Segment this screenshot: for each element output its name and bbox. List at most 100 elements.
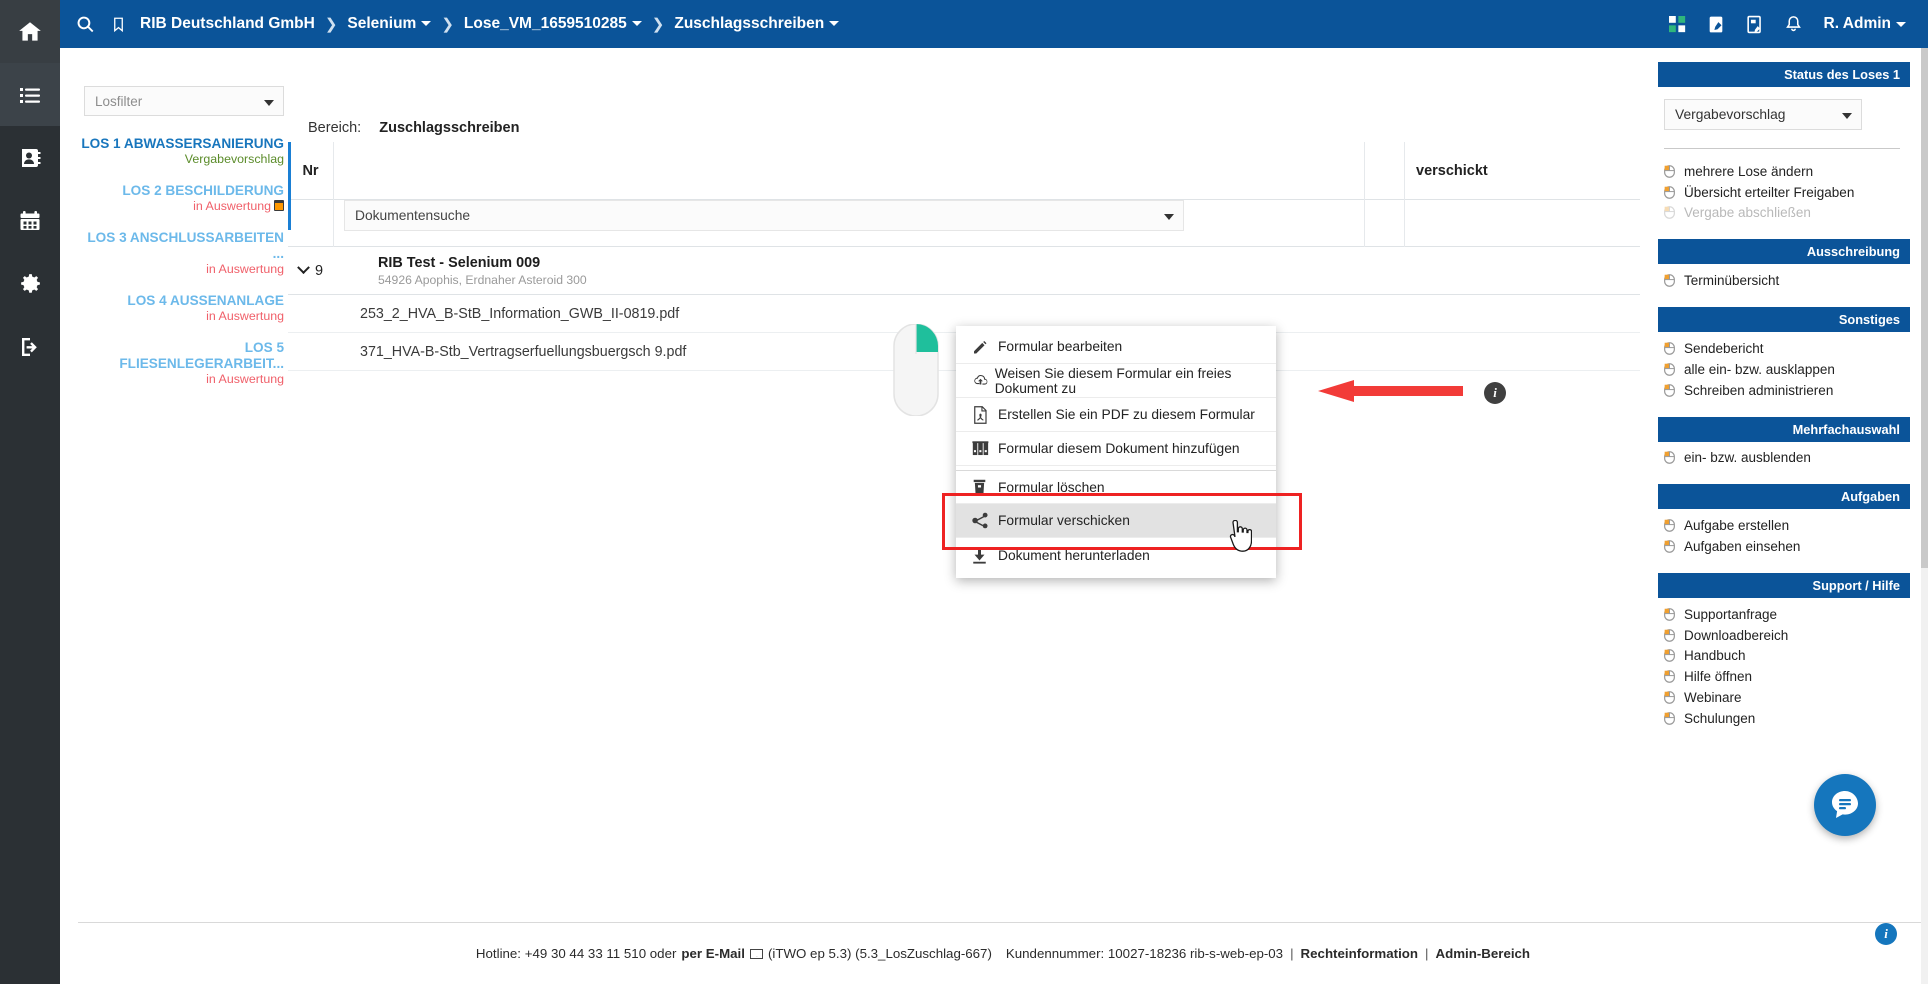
action-label: Übersicht erteilter Freigaben <box>1684 184 1855 200</box>
topbar-actions: R. Admin <box>1668 15 1928 34</box>
action-uebersicht-freigaben[interactable]: Übersicht erteilter Freigaben <box>1658 182 1910 203</box>
footer-admin-link[interactable]: Admin-Bereich <box>1435 946 1530 961</box>
top-navigation-bar: RIB Deutschland GmbH ❯ Selenium ❯ Lose_V… <box>60 0 1928 48</box>
notifications-button[interactable] <box>1785 15 1802 34</box>
home-icon <box>19 21 41 41</box>
action-ein-ausblenden[interactable]: ein- bzw. ausblenden <box>1658 448 1910 469</box>
note-edit-button[interactable] <box>1746 15 1763 34</box>
search-button[interactable] <box>76 15 95 34</box>
menu-item-freies-dokument-zuweisen[interactable]: Weisen Sie diesem Formular ein freies Do… <box>956 364 1276 398</box>
menu-item-label: Erstellen Sie ein PDF zu diesem Formular <box>998 407 1255 422</box>
rail-item-logout[interactable] <box>0 315 60 378</box>
breadcrumb-item-2[interactable]: Lose_VM_1659510285 <box>464 15 642 33</box>
mouse-click-icon <box>1664 206 1684 220</box>
rail-item-calendar[interactable] <box>0 189 60 252</box>
action-schreiben-administrieren[interactable]: Schreiben administrieren <box>1658 380 1910 401</box>
footer-hotline: Hotline: +49 30 44 33 11 510 oder <box>475 946 677 961</box>
lot-name: LOS 2 BESCHILDERUNG <box>122 183 284 198</box>
page-info-button[interactable]: i <box>1875 923 1897 945</box>
action-label: Schreiben administrieren <box>1684 382 1834 398</box>
active-row-accent <box>288 142 291 230</box>
lot-name: LOS 5 FLIESENLEGERARBEIT... <box>119 340 284 371</box>
rail-item-list[interactable] <box>0 63 60 126</box>
breadcrumb-item-1[interactable]: Selenium <box>347 15 432 33</box>
scrollbar-thumb[interactable] <box>1921 48 1928 568</box>
breadcrumb-item-2-label: Lose_VM_1659510285 <box>463 15 627 32</box>
action-sendebericht[interactable]: Sendebericht <box>1658 338 1910 359</box>
document-search-select[interactable]: Dokumentensuche <box>344 199 1184 231</box>
mouse-click-icon <box>1664 691 1684 704</box>
column-header-sent: verschickt <box>1416 162 1488 179</box>
row-info-badge[interactable]: i <box>1484 382 1506 404</box>
lot-item-4[interactable]: LOS 4 AUSSENANLAGE in Auswertung <box>78 293 288 324</box>
footer-customer: Kundennummer: 10027-18236 rib-s-web-ep-0… <box>1005 946 1284 961</box>
action-vergabe-abschliessen: Vergabe abschließen <box>1658 203 1910 224</box>
lot-item-2[interactable]: LOS 2 BESCHILDERUNG in Auswertung <box>78 183 288 214</box>
file-name: 253_2_HVA_B-StB_Information_GWB_II-0819.… <box>360 305 680 322</box>
action-aufgabe-erstellen[interactable]: Aufgabe erstellen <box>1658 515 1910 536</box>
action-aufgaben-einsehen[interactable]: Aufgaben einsehen <box>1658 536 1910 557</box>
action-downloadbereich[interactable]: Downloadbereich <box>1658 625 1910 646</box>
lot-item-5[interactable]: LOS 5 FLIESENLEGERARBEIT... in Auswertun… <box>78 340 288 387</box>
user-menu[interactable]: R. Admin <box>1824 15 1906 33</box>
application-window: RIB Deutschland GmbH ❯ Selenium ❯ Lose_V… <box>0 0 1928 984</box>
action-mehrere-lose-aendern[interactable]: mehrere Lose ändern <box>1658 161 1910 182</box>
action-schulungen[interactable]: Schulungen <box>1658 708 1910 729</box>
menu-item-formular-bearbeiten[interactable]: Formular bearbeiten <box>956 330 1276 364</box>
panel-header-status: Status des Loses 1 <box>1658 62 1910 87</box>
mouse-click-icon <box>1664 540 1684 553</box>
action-terminuebersicht[interactable]: Terminübersicht <box>1658 270 1910 291</box>
lot-item-1[interactable]: LOS 1 ABWASSERSANIERUNG Vergabevorschlag <box>78 136 288 167</box>
menu-item-formular-hinzufuegen[interactable]: Formular diesem Dokument hinzufügen <box>956 432 1276 466</box>
lot-name: LOS 4 AUSSENANLAGE <box>127 293 284 308</box>
menu-item-label: Formular diesem Dokument hinzufügen <box>998 441 1240 456</box>
breadcrumb-item-0[interactable]: RIB Deutschland GmbH <box>140 15 315 33</box>
menu-item-label: Weisen Sie diesem Formular ein freies Do… <box>994 365 1232 396</box>
action-label: Terminübersicht <box>1684 273 1780 289</box>
rail-item-settings[interactable] <box>0 252 60 315</box>
footer-legal-link[interactable]: Rechteinformation <box>1301 946 1418 961</box>
lot-sidebar: Losfilter LOS 1 ABWASSERSANIERUNG Vergab… <box>78 62 288 922</box>
file-name: 371_HVA-B-Stb_Vertragserfuellungsbuergsc… <box>360 343 687 360</box>
action-label: Sendebericht <box>1684 341 1764 357</box>
panel-list-mehrfachauswahl: ein- bzw. ausblenden <box>1658 448 1910 469</box>
clipboard-edit-button[interactable] <box>1708 15 1724 34</box>
action-hilfe-oeffnen[interactable]: Hilfe öffnen <box>1658 666 1910 687</box>
main-content: Bereich: Zuschlagsschreiben Nr verschick… <box>288 62 1640 922</box>
breadcrumb-separator: ❯ <box>441 16 454 33</box>
action-alle-einklappen[interactable]: alle ein- bzw. ausklappen <box>1658 359 1910 380</box>
menu-item-label: Dokument herunterladen <box>998 547 1150 563</box>
action-label: Handbuch <box>1684 648 1746 664</box>
section-label: Bereich: <box>308 120 362 136</box>
page-scrollbar[interactable] <box>1921 48 1928 984</box>
menu-item-pdf-erstellen[interactable]: Erstellen Sie ein PDF zu diesem Formular <box>956 398 1276 432</box>
apps-grid-button[interactable] <box>1668 15 1686 33</box>
action-webinare[interactable]: Webinare <box>1658 687 1910 708</box>
settings-gear-icon <box>20 274 40 293</box>
mouse-click-icon <box>1664 363 1684 376</box>
lot-filter-select[interactable]: Losfilter <box>84 86 284 116</box>
panel-header-aufgaben: Aufgaben <box>1658 484 1910 510</box>
lot-status-select[interactable]: Vergabevorschlag <box>1664 99 1862 130</box>
chevron-down-icon <box>264 100 274 106</box>
mouse-click-icon <box>1664 628 1684 642</box>
footer-email-link[interactable]: per E-Mail <box>681 946 745 961</box>
lot-status: in Auswertung <box>206 372 284 386</box>
menu-item-formular-loeschen[interactable]: Formular löschen <box>956 470 1276 504</box>
chevron-down-icon <box>631 21 642 27</box>
panel-list-sonstiges: Sendebericht alle ein- bzw. ausklappen S… <box>1658 338 1910 400</box>
action-handbuch[interactable]: Handbuch <box>1658 646 1910 667</box>
action-supportanfrage[interactable]: Supportanfrage <box>1658 604 1910 625</box>
rail-item-home[interactable] <box>0 0 60 63</box>
pencil-icon <box>972 339 998 355</box>
search-icon <box>77 16 94 32</box>
lot-list: LOS 1 ABWASSERSANIERUNG Vergabevorschlag… <box>78 136 288 387</box>
rail-item-contacts[interactable] <box>0 126 60 189</box>
chat-support-button[interactable] <box>1814 774 1876 836</box>
group-expand-toggle[interactable]: 9 <box>288 261 334 279</box>
panel-list-support: Supportanfrage Downloadbereich Handbuch … <box>1658 604 1910 729</box>
action-label: mehrere Lose ändern <box>1684 163 1814 179</box>
breadcrumb-item-3[interactable]: Zuschlagsschreiben <box>674 15 840 33</box>
bookmark-button[interactable] <box>111 15 126 34</box>
lot-item-3[interactable]: LOS 3 ANSCHLUSSARBEITEN ... in Auswertun… <box>78 230 288 277</box>
